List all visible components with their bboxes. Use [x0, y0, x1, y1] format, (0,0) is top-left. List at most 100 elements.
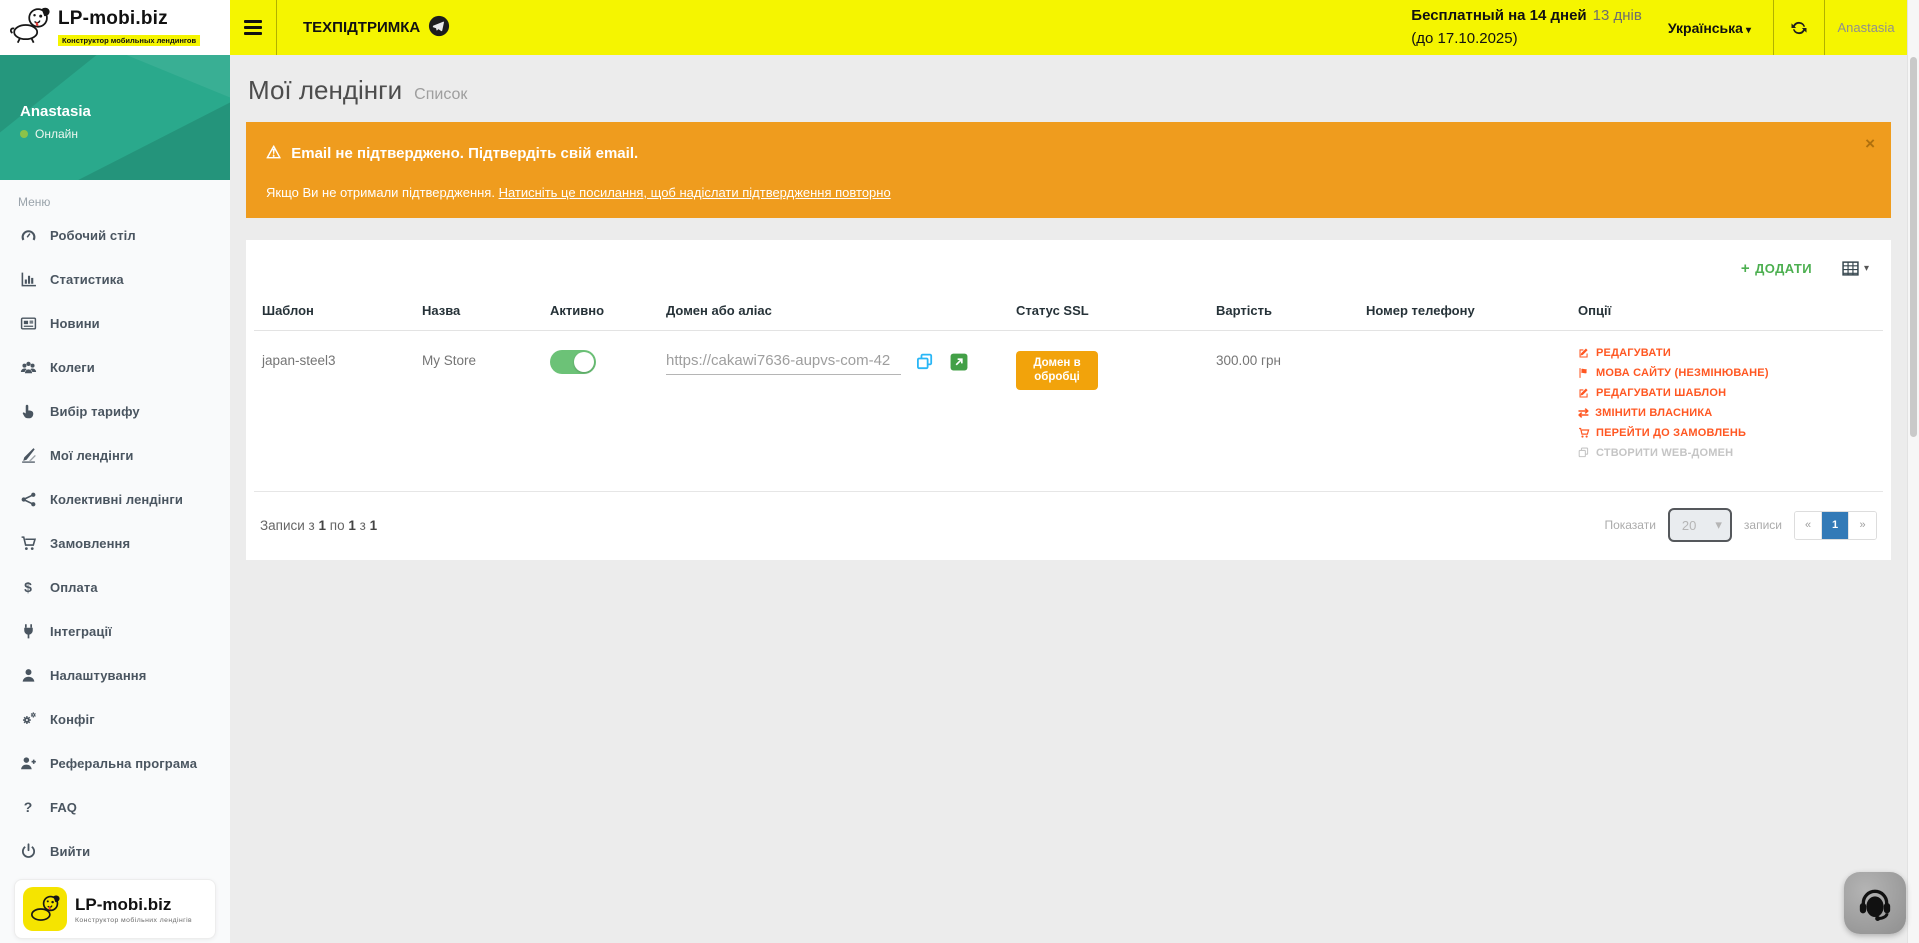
per-page-select[interactable]: 20 ▾	[1668, 508, 1732, 542]
online-status-dot	[20, 130, 28, 138]
top-navbar: ТЕХПІДТРИМКА Бесплатный на 14 дней13 дні…	[230, 0, 1907, 55]
cell-price: 300.00 грн	[1208, 331, 1358, 492]
main-content: Мої лендінги Список ⚠ Email не підтвердж…	[230, 55, 1907, 943]
sidebar-item-logout[interactable]: Вийти	[0, 829, 230, 873]
col-header-template: Шаблон	[254, 293, 414, 331]
footer-logo-title: LP-mobi.biz	[75, 895, 192, 915]
tech-support-link[interactable]: ТЕХПІДТРИМКА	[303, 15, 450, 41]
sidebar-item-integrations[interactable]: Інтеграції	[0, 609, 230, 653]
page-button-1[interactable]: 1	[1822, 512, 1849, 539]
show-label: Показати	[1604, 518, 1655, 532]
edit-icon	[1578, 347, 1590, 359]
sidebar-item-orders[interactable]: Замовлення	[0, 521, 230, 565]
alert-text: Якщо Ви не отримали підтвердження.	[266, 185, 499, 200]
sidebar-item-news[interactable]: Новини	[0, 301, 230, 345]
records-label: записи	[1744, 518, 1782, 532]
col-header-name: Назва	[414, 293, 542, 331]
option-site-language[interactable]: МОВА САЙТУ (НЕЗМІНЮВАНЕ)	[1578, 367, 1875, 379]
columns-toggle-button[interactable]: ▾	[1842, 261, 1869, 276]
sidebar-item-tariff[interactable]: Вибір тарифу	[0, 389, 230, 433]
active-toggle[interactable]	[550, 350, 596, 374]
sidebar-item-payment[interactable]: $ Оплата	[0, 565, 230, 609]
support-label: ТЕХПІДТРИМКА	[303, 19, 420, 36]
headset-icon	[1855, 883, 1895, 923]
cogs-icon	[18, 711, 38, 728]
cell-name: My Store	[414, 331, 542, 492]
menu-section-label: Меню	[18, 195, 230, 209]
plan-name: Бесплатный на 14 дней	[1411, 7, 1586, 24]
sidebar-item-referral[interactable]: Реферальна програма	[0, 741, 230, 785]
refresh-icon	[1789, 18, 1809, 38]
language-selector[interactable]: Українська▾	[1668, 20, 1751, 36]
sidebar-user-name: Anastasia	[20, 103, 230, 120]
logo-title: LP-mobi.biz	[58, 8, 200, 30]
col-header-ssl: Статус SSL	[1008, 293, 1208, 331]
next-page-button[interactable]: »	[1849, 512, 1876, 539]
col-header-phone: Номер телефону	[1358, 293, 1570, 331]
refresh-button[interactable]	[1774, 0, 1824, 55]
option-go-to-orders[interactable]: ПЕРЕЙТИ ДО ЗАМОВЛЕНЬ	[1578, 427, 1875, 439]
add-landing-button[interactable]: + ДОДАТИ	[1741, 260, 1812, 277]
pagination: « 1 »	[1794, 511, 1877, 540]
cart-icon	[1578, 427, 1590, 439]
option-change-owner[interactable]: ⇄ ЗМІНИТИ ВЛАСНИКА	[1578, 407, 1875, 419]
prev-page-button[interactable]: «	[1795, 512, 1822, 539]
hamburger-menu-button[interactable]	[230, 0, 276, 55]
row-options: РЕДАГУВАТИ МОВА САЙТУ (НЕЗМІНЮВАНЕ) РЕДА…	[1578, 347, 1875, 459]
share-icon	[18, 491, 38, 508]
support-chat-button[interactable]	[1844, 872, 1906, 934]
sidebar-item-settings[interactable]: Налаштування	[0, 653, 230, 697]
chevron-down-icon: ▾	[1746, 25, 1751, 36]
page-title: Мої лендінги	[248, 75, 402, 106]
email-confirmation-alert: ⚠ Email не підтверджено. Підтвердіть сві…	[246, 122, 1891, 218]
table-row: japan-steel3 My Store	[254, 331, 1883, 492]
dog-mascot-icon	[8, 4, 54, 51]
option-edit[interactable]: РЕДАГУВАТИ	[1578, 347, 1875, 359]
ssl-status-badge: Домен в обробці	[1016, 351, 1098, 390]
page-subtitle: Список	[414, 86, 467, 104]
domain-input[interactable]	[666, 349, 901, 375]
sidebar-item-colleagues[interactable]: Колеги	[0, 345, 230, 389]
sidebar-item-collective-landings[interactable]: Колективні лендінги	[0, 477, 230, 521]
option-edit-template[interactable]: РЕДАГУВАТИ ШАБЛОН	[1578, 387, 1875, 399]
logo-tagline: Конструктор мобильных лендингов	[58, 35, 200, 46]
sidebar-item-statistics[interactable]: Статистика	[0, 257, 230, 301]
user-icon	[18, 667, 38, 684]
clone-icon	[1578, 447, 1590, 459]
col-header-domain: Домен або аліас	[658, 293, 1008, 331]
sidebar-user-panel: Anastasia Онлайн	[0, 55, 230, 180]
topbar-divider	[276, 0, 277, 55]
scrollbar-thumb[interactable]	[1910, 57, 1917, 437]
sidebar-item-dashboard[interactable]: Робочий стіл	[0, 213, 230, 257]
cart-icon	[18, 535, 38, 552]
bar-chart-icon	[18, 271, 38, 288]
external-link-icon[interactable]	[950, 353, 968, 371]
users-icon	[18, 359, 38, 376]
close-icon[interactable]: ×	[1865, 134, 1875, 154]
col-header-active: Активно	[542, 293, 658, 331]
language-icon	[1578, 367, 1590, 379]
cell-template: japan-steel3	[254, 331, 414, 492]
question-icon: ?	[18, 799, 38, 815]
records-summary: Записи з 1 по 1 з 1	[260, 518, 377, 533]
username-menu[interactable]: Anastasia	[1825, 20, 1907, 35]
col-header-price: Вартість	[1208, 293, 1358, 331]
dog-mascot-icon	[23, 887, 67, 931]
dashboard-icon	[18, 227, 38, 244]
chevron-down-icon: ▾	[1715, 517, 1722, 533]
grid-icon	[1842, 261, 1859, 276]
user-plus-icon	[18, 755, 38, 772]
alert-title: Email не підтверджено. Підтвердіть свій …	[291, 145, 638, 162]
sidebar-user-status: Онлайн	[35, 127, 78, 141]
telegram-icon[interactable]	[428, 15, 450, 41]
sidebar-item-my-landings[interactable]: Мої лендінги	[0, 433, 230, 477]
landings-card: + ДОДАТИ ▾ Шаблон Назва Активно Домен аб…	[246, 240, 1891, 560]
sidebar-footer-logo[interactable]: LP-mobi.biz Конструктор мобільних лендін…	[14, 879, 216, 939]
copy-icon[interactable]	[916, 353, 935, 372]
resend-confirmation-link[interactable]: Натисніть це посилання, щоб надіслати пі…	[499, 185, 891, 200]
vertical-scrollbar[interactable]	[1907, 0, 1919, 943]
app-logo[interactable]: LP-mobi.biz Конструктор мобильных лендин…	[0, 0, 230, 55]
plan-until: (до 17.10.2025)	[1411, 28, 1642, 51]
sidebar-item-config[interactable]: Конфіг	[0, 697, 230, 741]
sidebar-item-faq[interactable]: ? FAQ	[0, 785, 230, 829]
